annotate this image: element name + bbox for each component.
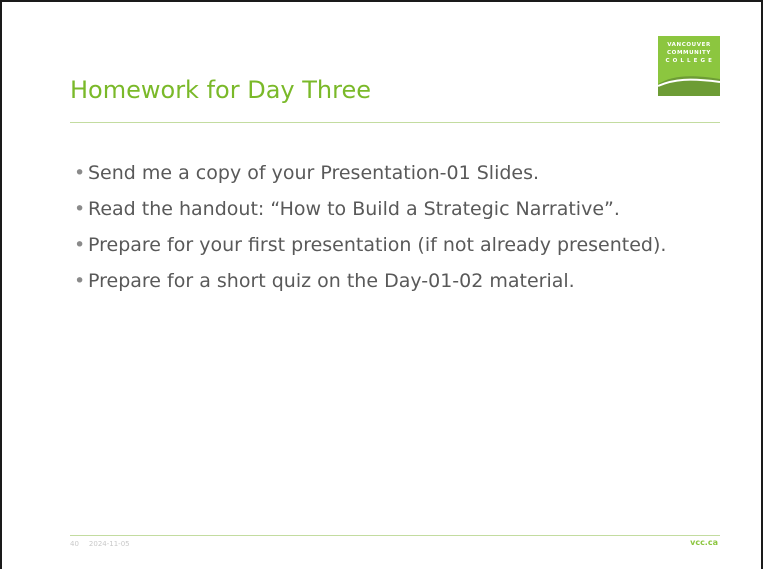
logo-wave-icon: [658, 76, 720, 96]
logo-text: VANCOUVER COMMUNITY C O L L E G E: [658, 41, 720, 65]
bullet-dot: •: [74, 162, 86, 184]
logo-line-2: COMMUNITY: [667, 50, 711, 56]
bullet-dot: •: [74, 234, 86, 256]
bullet-dot: •: [74, 198, 86, 220]
page-number: 40: [70, 540, 79, 548]
bullet-text: Prepare for a short quiz on the Day-01-0…: [88, 270, 575, 292]
title-divider: [70, 122, 720, 123]
bullet-item: • Read the handout: “How to Build a Strat…: [74, 198, 714, 221]
footer-meta: 40 2024-11-05: [70, 540, 130, 548]
logo-line-1: VANCOUVER: [667, 42, 711, 48]
slide-title: Homework for Day Three: [70, 76, 371, 104]
footer-date: 2024-11-05: [88, 540, 130, 548]
bullet-item: • Send me a copy of your Presentation-01 …: [74, 162, 714, 185]
bullet-list: • Send me a copy of your Presentation-01 …: [74, 162, 714, 306]
slide: Homework for Day Three VANCOUVER COMMUNI…: [0, 0, 763, 569]
bullet-dot: •: [74, 270, 86, 292]
footer-divider: [70, 535, 720, 536]
bullet-item: • Prepare for your first presentation (if…: [74, 234, 714, 257]
logo-line-3: C O L L E G E: [665, 58, 713, 64]
bullet-text: Read the handout: “How to Build a Strate…: [88, 198, 620, 220]
bullet-text: Prepare for your first presentation (if …: [88, 234, 667, 256]
bullet-text: Send me a copy of your Presentation-01 S…: [88, 162, 540, 184]
vcc-logo: VANCOUVER COMMUNITY C O L L E G E: [658, 36, 720, 96]
bullet-item: • Prepare for a short quiz on the Day-01-…: [74, 270, 714, 293]
footer-site-link[interactable]: vcc.ca: [690, 538, 718, 547]
